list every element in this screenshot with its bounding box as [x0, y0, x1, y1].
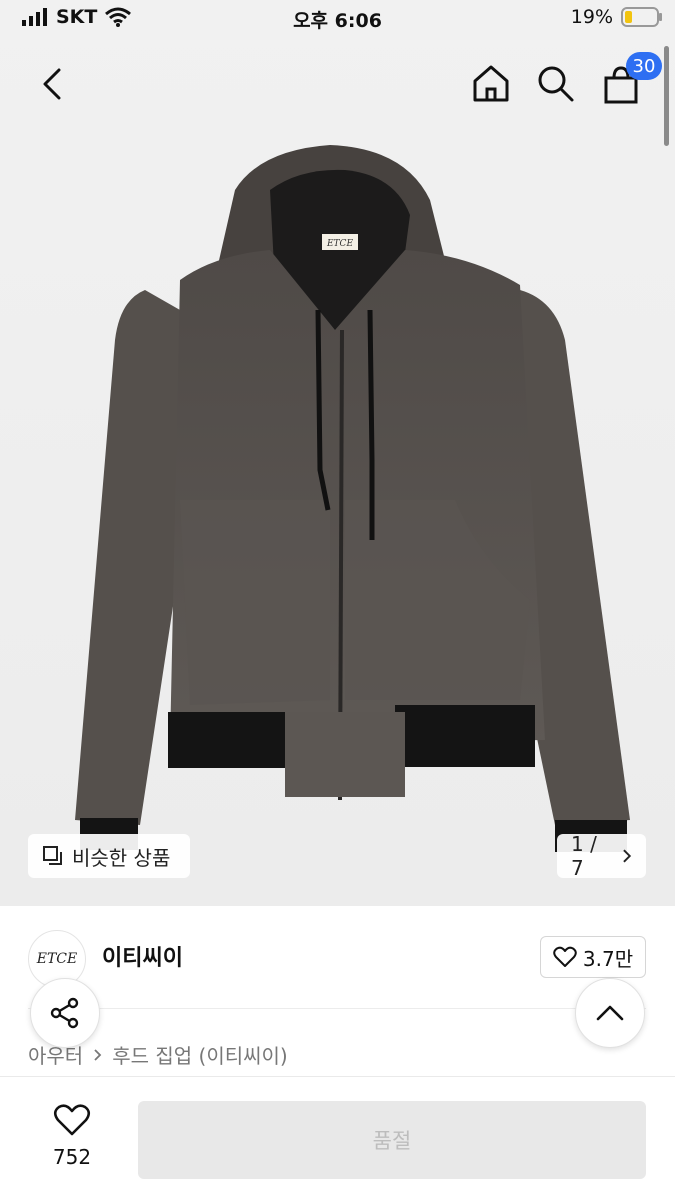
heart-icon — [553, 946, 577, 967]
buy-button[interactable]: 품절 — [138, 1101, 646, 1179]
product-label-text: ETCE — [326, 239, 353, 249]
brand-logo-text: ETCE — [36, 951, 78, 967]
similar-products-label: 비슷한 상품 — [72, 845, 171, 870]
wish-count: 752 — [52, 1145, 92, 1169]
chevron-right-icon — [623, 849, 632, 863]
scrollbar — [664, 46, 669, 146]
back-button[interactable] — [30, 62, 74, 106]
page-indicator-text: 1 / 7 — [571, 832, 597, 880]
image-page-indicator[interactable]: 1 / 7 — [557, 832, 646, 880]
product-image: ETCE — [75, 145, 630, 852]
chevron-left-icon — [43, 68, 61, 100]
similar-products-button[interactable]: 비슷한 상품 — [28, 834, 190, 878]
battery-icon — [621, 7, 662, 27]
brand-like-button[interactable]: 3.7만 — [540, 936, 646, 978]
heart-icon — [53, 1104, 91, 1136]
breadcrumb-subcategory[interactable]: 후드 집업 (이티씨이) — [112, 1040, 288, 1069]
search-button[interactable] — [532, 60, 578, 106]
search-icon — [538, 66, 574, 102]
cart-count-badge: 30 — [626, 52, 662, 80]
bottom-action-bar: 752 품절 — [0, 1076, 675, 1200]
battery-percent: 19% — [570, 6, 613, 28]
divider — [28, 1008, 646, 1009]
home-button[interactable] — [468, 60, 514, 106]
chevron-up-icon — [596, 1005, 624, 1021]
home-icon — [473, 65, 509, 102]
scroll-top-button[interactable] — [575, 978, 645, 1048]
brand-like-count: 3.7만 — [582, 946, 634, 971]
brand-name[interactable]: 이티씨이 — [102, 940, 183, 972]
status-bar: SKT 오후 6:06 19% — [0, 0, 675, 40]
wish-button[interactable]: 752 — [40, 1103, 104, 1169]
cart-button[interactable]: 30 — [598, 52, 662, 106]
similar-icon — [43, 846, 62, 865]
share-icon — [50, 997, 79, 1029]
chevron-right-icon — [94, 1048, 102, 1061]
product-image-gallery[interactable]: ETCE SKT 오후 6:06 19% 30 비슷한 상품 1 / 7 — [0, 0, 675, 906]
share-button[interactable] — [30, 978, 100, 1048]
